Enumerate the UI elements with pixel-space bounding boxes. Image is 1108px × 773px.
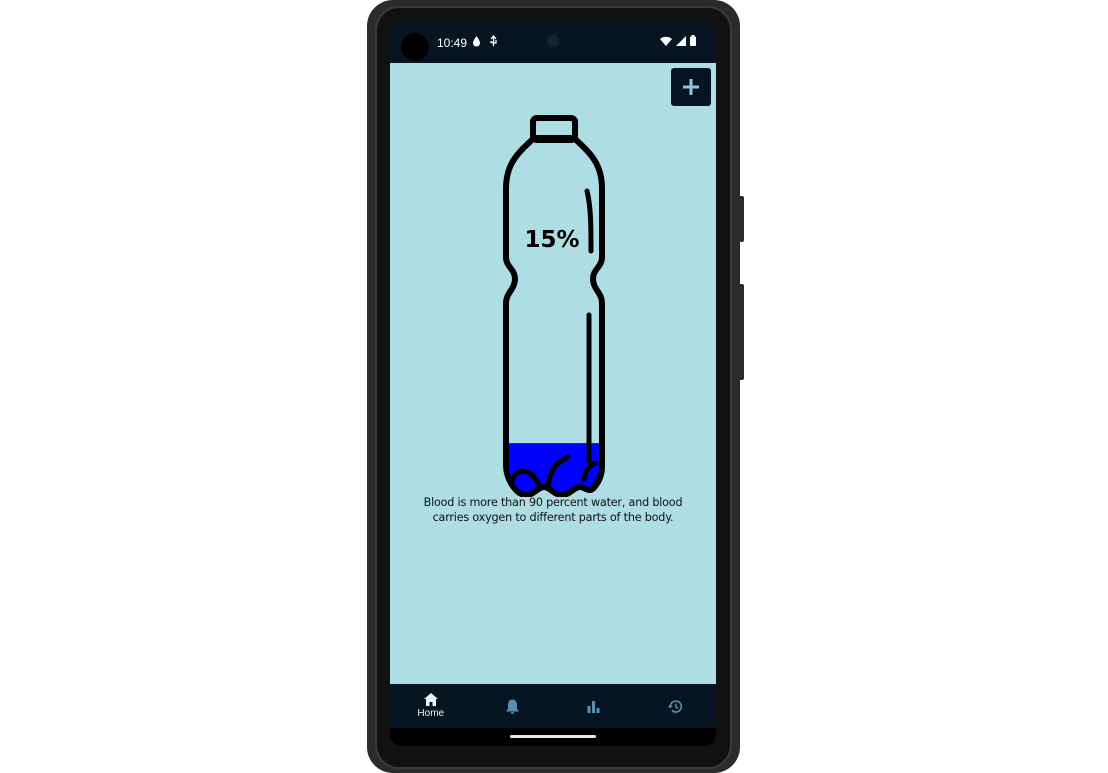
stage: 10:49 15% Blood is more than 90 percent … [0, 0, 1108, 773]
nav-item-home[interactable]: Home [390, 684, 472, 728]
nav-item-history[interactable] [635, 684, 717, 728]
volume-button [739, 196, 744, 242]
status-bar: 10:49 [390, 22, 716, 63]
hydration-percent: 15% [524, 227, 580, 253]
home-screen: 15% Blood is more than 90 percent water,… [390, 63, 716, 684]
bell-icon [506, 699, 519, 714]
nav-item-statistics[interactable] [553, 684, 635, 728]
status-system-icons [660, 35, 696, 46]
plus-icon [683, 79, 699, 95]
camera-cutout [401, 33, 429, 61]
home-icon [423, 693, 438, 706]
wifi-icon [660, 36, 672, 46]
power-button [739, 284, 744, 380]
history-icon [668, 699, 683, 713]
phone-screen: 10:49 15% Blood is more than 90 percent … [390, 22, 716, 746]
phone-frame: 10:49 15% Blood is more than 90 percent … [367, 0, 744, 773]
bottle-highlight-top [584, 188, 594, 254]
water-drop-icon [473, 36, 480, 47]
status-notification-icons [472, 35, 498, 47]
battery-icon [690, 35, 696, 46]
bar-chart-icon [587, 700, 600, 713]
gesture-area [390, 728, 716, 746]
gesture-handle[interactable] [510, 735, 596, 738]
status-time: 10:49 [437, 36, 468, 50]
bottom-navigation: Home [390, 684, 716, 728]
nav-item-reminders[interactable] [472, 684, 554, 728]
nav-label-home: Home [417, 708, 445, 719]
front-camera [544, 32, 562, 50]
water-bottle-graphic [503, 115, 605, 497]
add-water-button[interactable] [671, 68, 711, 106]
water-fact-text: Blood is more than 90 percent water, and… [423, 496, 683, 524]
signal-icon [676, 35, 686, 46]
usb-debug-icon [490, 35, 497, 46]
